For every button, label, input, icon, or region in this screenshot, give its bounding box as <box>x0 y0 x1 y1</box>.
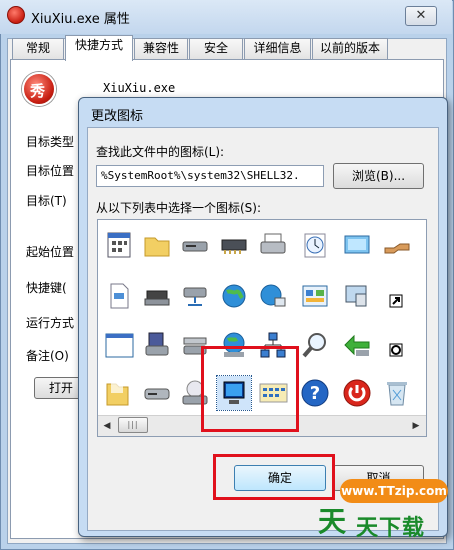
globe-icon[interactable] <box>219 281 249 311</box>
clock-icon[interactable] <box>300 230 330 260</box>
network-drive-icon[interactable] <box>180 281 210 311</box>
tab-details[interactable]: 详细信息 <box>244 38 311 59</box>
folder-open-icon[interactable] <box>104 378 134 408</box>
tab-security[interactable]: 安全 <box>189 38 243 59</box>
window-grid-icon[interactable] <box>104 230 134 260</box>
shortcut-arrow-icon[interactable] <box>382 281 412 311</box>
power-icon[interactable] <box>342 378 372 408</box>
monitor-screen-icon[interactable] <box>342 230 372 260</box>
browse-button[interactable]: 浏览(B)... <box>333 163 424 189</box>
control-panel-icon[interactable] <box>300 281 330 311</box>
xiuxiu-large-icon: 秀 <box>22 72 56 106</box>
target-type-label: 目标类型 <box>26 135 75 149</box>
magnifier-icon[interactable] <box>300 330 330 360</box>
shortcut-key-label: 快捷键( <box>26 281 67 295</box>
memory-chip-icon[interactable] <box>219 230 249 260</box>
comment-label: 备注(O) <box>26 349 69 363</box>
dialog-title: 更改图标 <box>91 109 144 124</box>
server-icon[interactable] <box>142 281 172 311</box>
hard-drive-icon[interactable] <box>142 378 172 408</box>
tab-previous-versions[interactable]: 以前的版本 <box>312 38 388 59</box>
properties-title: XiuXiu.exe 属性 <box>31 12 130 27</box>
scroll-thumb[interactable]: ||| <box>118 417 148 433</box>
document-icon[interactable] <box>104 281 134 311</box>
target-label: 目标(T) <box>26 194 67 208</box>
svg-text:?: ? <box>310 383 320 404</box>
floppy-drive-icon[interactable] <box>142 330 172 360</box>
printer-icon[interactable] <box>258 230 288 260</box>
disk-drive-icon[interactable] <box>180 230 210 260</box>
select-icon-label: 从以下列表中选择一个图标(S): <box>96 201 262 215</box>
selected-icon-highlight <box>201 346 299 432</box>
folder-icon[interactable] <box>142 230 172 260</box>
blank-window-icon[interactable] <box>104 330 134 360</box>
icon-path-input[interactable]: %SystemRoot%\system32\SHELL32. <box>96 165 324 187</box>
globe-network-icon[interactable] <box>258 281 288 311</box>
tab-general[interactable]: 常规 <box>12 38 64 59</box>
screen-remote-icon[interactable] <box>342 281 372 311</box>
help-icon[interactable]: ? <box>300 378 330 408</box>
watermark-big-char: 天 <box>318 505 347 538</box>
app-icon-glyph: 秀 <box>30 82 46 100</box>
tab-shortcut[interactable]: 快捷方式 <box>65 35 133 61</box>
xiuxiu-app-icon <box>7 6 25 24</box>
target-location-label: 目标位置 <box>26 164 75 178</box>
green-arrow-icon[interactable] <box>342 330 372 360</box>
tab-compatibility[interactable]: 兼容性 <box>134 38 188 59</box>
run-label: 运行方式 <box>26 316 75 330</box>
start-in-label: 起始位置 <box>26 245 75 259</box>
file-name: XiuXiu.exe <box>103 81 176 95</box>
scroll-right-icon[interactable]: ▶ <box>409 418 423 434</box>
watermark-chars: 天下载 <box>356 516 426 541</box>
watermark-url: www.TTzip.com <box>340 479 448 503</box>
restart-icon[interactable] <box>382 330 412 360</box>
find-icons-label: 查找此文件中的图标(L): <box>96 145 225 159</box>
recycle-bin-icon[interactable] <box>382 378 412 408</box>
hand-share-icon[interactable] <box>382 230 412 260</box>
close-icon[interactable]: ✕ <box>405 6 437 26</box>
ok-button-highlight <box>213 454 335 500</box>
scroll-left-icon[interactable]: ◀ <box>100 418 114 434</box>
